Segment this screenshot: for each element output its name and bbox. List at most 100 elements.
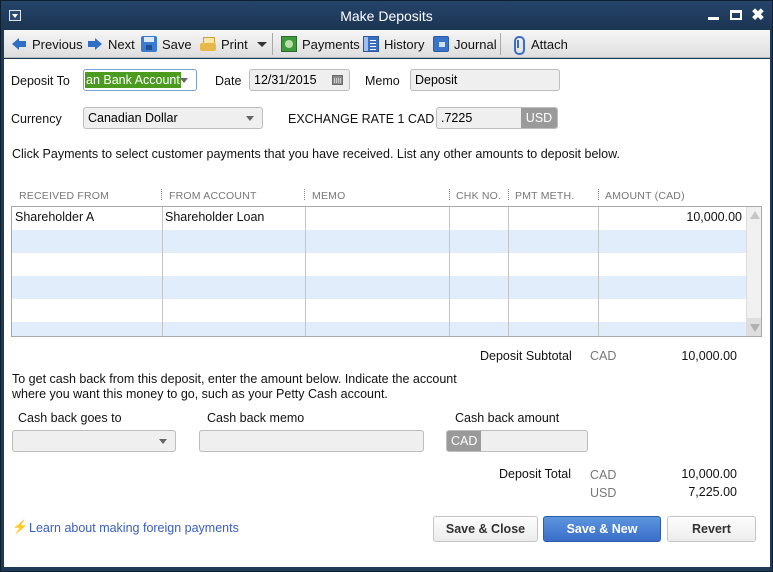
currency-value: Canadian Dollar [88, 111, 178, 125]
cash-back-memo-label: Cash back memo [207, 411, 305, 425]
revert-button[interactable]: Revert [667, 516, 756, 542]
cash-back-amount-label: Cash back amount [455, 411, 560, 425]
scroll-down-icon[interactable] [750, 324, 760, 332]
column-header-memo[interactable]: MEMO [312, 190, 345, 202]
memo-label: Memo [365, 74, 400, 88]
column-divider [508, 207, 509, 336]
vertical-scrollbar[interactable] [746, 207, 761, 336]
cell-amount[interactable] [598, 299, 746, 322]
learn-link-text[interactable]: Learn about making foreign payments [29, 521, 239, 535]
cashback-line-2: where you want this money to go, such as… [12, 387, 388, 401]
title-bar: Make Deposits ✖ [1, 1, 772, 30]
exchange-rate-label: EXCHANGE RATE 1 CAD = [288, 112, 446, 126]
learn-foreign-payments-link[interactable]: Learn about making foreign payments [12, 519, 239, 535]
make-deposits-window: Make Deposits ✖ Previous Next Save Print… [0, 0, 773, 572]
cell-amount[interactable] [598, 276, 746, 299]
exchange-currency-tag: USD [521, 108, 557, 128]
journal-label: Journal [454, 36, 497, 52]
cell-memo[interactable] [305, 207, 449, 230]
payments-button[interactable]: Payments [281, 30, 360, 58]
cell-pmt-meth[interactable] [508, 207, 598, 230]
column-header-amount[interactable]: AMOUNT (CAD) [605, 190, 685, 202]
cell-amount[interactable] [598, 230, 746, 253]
cell-amount[interactable] [598, 322, 746, 336]
deposit-to-label: Deposit To [11, 74, 70, 88]
print-button[interactable]: Print [200, 30, 248, 58]
deposit-subtotal-label: Deposit Subtotal [480, 349, 572, 363]
deposit-total-label: Deposit Total [499, 467, 572, 481]
next-label: Next [108, 36, 135, 52]
total-cad-currency: CAD [590, 468, 617, 482]
column-header-received-from[interactable]: RECEIVED FROM [19, 190, 109, 202]
scroll-up-icon[interactable] [750, 211, 760, 219]
column-header-from-account[interactable]: FROM ACCOUNT [169, 190, 257, 202]
history-icon [363, 36, 379, 52]
memo-field[interactable]: Deposit [410, 69, 560, 91]
cash-back-goes-to-dropdown[interactable] [12, 430, 176, 452]
total-usd-currency: USD [590, 486, 617, 500]
arrow-left-icon [11, 36, 27, 52]
total-cad-amount: 10,000.00 [681, 467, 737, 481]
history-button[interactable]: History [363, 30, 424, 58]
toolbar: Previous Next Save Print Payments Histor… [4, 30, 770, 58]
toolbar-divider [500, 33, 501, 55]
cashback-instruction: To get cash back from this deposit, ente… [12, 372, 457, 402]
floppy-disk-icon [141, 36, 157, 52]
close-button[interactable]: ✖ [749, 5, 767, 24]
column-header-pmt-meth[interactable]: PMT METH. [515, 190, 574, 202]
history-label: History [384, 36, 425, 52]
minimize-icon [707, 17, 719, 20]
cell-from-account[interactable]: Shareholder Loan [162, 207, 305, 230]
toolbar-divider [272, 33, 273, 55]
maximize-button[interactable] [727, 6, 745, 24]
column-resize-handle[interactable] [449, 189, 450, 200]
paperclip-icon [510, 36, 526, 55]
column-divider [162, 207, 163, 336]
chevron-down-icon [159, 439, 167, 444]
table-row[interactable]: Shareholder A Shareholder Loan 10,000.00 [12, 207, 746, 230]
column-resize-handle[interactable] [508, 189, 509, 200]
column-resize-handle[interactable] [161, 189, 162, 200]
exchange-rate-field[interactable]: .7225 USD [436, 107, 558, 129]
date-field[interactable]: 12/31/2015 [249, 69, 350, 91]
cell-amount[interactable]: 10,000.00 [598, 207, 746, 230]
cell-received-from[interactable]: Shareholder A [12, 207, 162, 230]
attach-button[interactable]: Attach [510, 30, 568, 58]
currency-label: Currency [11, 112, 62, 126]
column-resize-handle[interactable] [598, 189, 599, 200]
column-divider [598, 207, 599, 336]
column-divider [449, 207, 450, 336]
save-and-close-button[interactable]: Save & Close [433, 516, 538, 542]
instruction-text: Click Payments to select customer paymen… [12, 147, 620, 161]
total-usd-amount: 7,225.00 [688, 485, 737, 499]
cell-chk-no[interactable] [449, 207, 508, 230]
previous-button[interactable]: Previous [11, 30, 83, 58]
table-row[interactable] [12, 322, 746, 336]
cash-back-amount-field[interactable]: CAD [446, 430, 588, 452]
print-dropdown-button[interactable] [257, 30, 267, 58]
save-toolbar-button[interactable]: Save [141, 30, 192, 58]
table-row[interactable] [12, 299, 746, 322]
arrow-right-icon [87, 36, 103, 52]
journal-icon [433, 36, 449, 52]
cash-back-memo-field[interactable] [199, 430, 424, 452]
lightning-bolt-icon [12, 519, 28, 535]
date-value: 12/31/2015 [254, 73, 317, 87]
next-button[interactable]: Next [87, 30, 135, 58]
currency-dropdown[interactable]: Canadian Dollar [83, 107, 263, 129]
column-header-chk-no[interactable]: CHK NO. [456, 190, 501, 202]
save-and-new-button[interactable]: Save & New [543, 516, 661, 542]
deposit-to-value: an Bank Account [85, 72, 181, 88]
table-row[interactable] [12, 230, 746, 253]
window-title: Make Deposits [340, 8, 433, 24]
column-divider [305, 207, 306, 336]
cell-amount[interactable] [598, 253, 746, 276]
deposit-to-dropdown[interactable]: an Bank Account [83, 69, 197, 91]
calendar-icon[interactable] [332, 75, 343, 85]
journal-button[interactable]: Journal [433, 30, 497, 58]
close-icon: ✖ [751, 7, 765, 24]
table-row[interactable] [12, 253, 746, 276]
table-row[interactable] [12, 276, 746, 299]
minimize-button[interactable] [704, 6, 722, 24]
column-resize-handle[interactable] [304, 189, 305, 200]
